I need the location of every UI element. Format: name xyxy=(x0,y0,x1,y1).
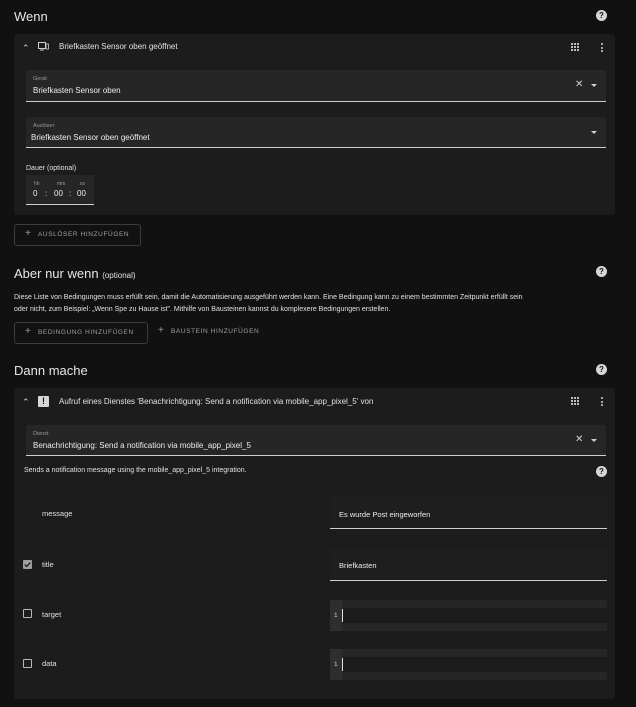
plus-icon: + xyxy=(25,326,32,337)
param-title-checkbox[interactable] xyxy=(23,560,32,569)
service-field-value: Benachrichtigung: Send a notification vi… xyxy=(33,441,251,450)
duration-input[interactable]: hh mm ss 0 : 00 : 00 xyxy=(26,175,94,205)
menu-down-icon[interactable] xyxy=(591,439,597,442)
dann-title: Dann mache xyxy=(14,363,88,378)
param-target-editor[interactable]: 1 xyxy=(330,600,607,631)
param-message-input[interactable]: Es wurde Post eingeworfen xyxy=(330,497,607,529)
param-data-label: data xyxy=(42,659,57,668)
trigger-card-title: Briefkasten Sensor oben geöffnet xyxy=(59,42,178,51)
menu-down-icon[interactable] xyxy=(591,84,597,87)
plus-icon: + xyxy=(25,228,32,239)
aber-description-line2: oder nicht, zum Beispiel: „Wenn Spe zu H… xyxy=(14,305,391,313)
question-circle-icon[interactable]: ? xyxy=(596,266,607,277)
dots-vertical-icon[interactable] xyxy=(601,397,603,406)
time-separator: : xyxy=(45,189,48,198)
param-title-label: title xyxy=(42,560,54,569)
param-data-checkbox[interactable] xyxy=(23,659,32,668)
trigger-field-value: Briefkasten Sensor oben geöffnet xyxy=(31,133,150,142)
hh-label: hh xyxy=(34,181,40,187)
active-line xyxy=(343,657,607,672)
param-target-checkbox[interactable] xyxy=(23,609,32,618)
mm-label: mm xyxy=(57,181,66,187)
line-number: 1 xyxy=(334,661,338,668)
device-icon xyxy=(38,42,49,51)
dots-vertical-icon[interactable] xyxy=(601,43,603,52)
param-message-label: message xyxy=(42,509,73,518)
hh-value[interactable]: 0 xyxy=(33,189,37,198)
aber-title: Aber nur wenn (optional) xyxy=(14,266,136,281)
chevron-up-icon[interactable]: ⌃ xyxy=(22,43,30,54)
add-trigger-button[interactable]: + AUSLÖSER HINZUFÜGEN xyxy=(14,224,141,246)
line-number: 1 xyxy=(334,612,338,619)
trigger-field[interactable]: Auslöser Briefkasten Sensor oben geöffne… xyxy=(26,117,606,148)
param-title-value: Briefkasten xyxy=(339,561,377,570)
active-line xyxy=(343,608,607,623)
aber-description-line1: Diese Liste von Bedingungen muss erfüllt… xyxy=(14,294,523,301)
aber-optional: (optional) xyxy=(102,271,136,280)
add-condition-label: BEDINGUNG HINZUFÜGEN xyxy=(38,329,134,336)
aber-title-text: Aber nur wenn xyxy=(14,266,99,281)
action-card-title: Aufruf eines Dienstes 'Benachrichtigung:… xyxy=(59,397,374,406)
trigger-field-label: Auslöser xyxy=(33,123,55,129)
service-field[interactable]: Dienst Benachrichtigung: Send a notifica… xyxy=(26,425,606,456)
service-field-label: Dienst xyxy=(33,431,49,437)
drag-handle-icon[interactable] xyxy=(571,397,579,405)
device-field-label: Gerät xyxy=(33,76,47,82)
close-icon[interactable]: ✕ xyxy=(575,80,583,90)
time-separator: : xyxy=(69,189,72,198)
mm-value[interactable]: 00 xyxy=(54,189,63,198)
ss-value[interactable]: 00 xyxy=(77,189,86,198)
question-circle-icon[interactable]: ? xyxy=(596,10,607,21)
plus-icon: + xyxy=(158,325,165,336)
param-title-input[interactable]: Briefkasten xyxy=(330,549,607,581)
service-description: Sends a notification message using the m… xyxy=(24,467,247,474)
duration-label: Dauer (optional) xyxy=(26,165,77,172)
question-circle-icon[interactable]: ? xyxy=(596,364,607,375)
chevron-up-icon[interactable]: ⌃ xyxy=(22,397,30,408)
add-condition-button[interactable]: + BEDINGUNG HINZUFÜGEN xyxy=(14,322,148,344)
close-icon[interactable]: ✕ xyxy=(575,435,583,445)
aber-description: Diese Liste von Bedingungen muss erfüllt… xyxy=(14,292,622,315)
add-trigger-label: AUSLÖSER HINZUFÜGEN xyxy=(38,231,130,238)
param-target-label: target xyxy=(42,610,62,619)
alert-box-icon: ! xyxy=(38,396,49,407)
menu-down-icon[interactable] xyxy=(591,131,597,134)
add-block-button[interactable]: + BAUSTEIN HINZUFÜGEN xyxy=(158,322,268,342)
ss-label: ss xyxy=(80,181,85,187)
question-circle-icon[interactable]: ? xyxy=(596,466,607,477)
device-field[interactable]: Gerät Briefkasten Sensor oben ✕ xyxy=(26,70,606,102)
wenn-title: Wenn xyxy=(14,9,48,24)
add-block-label: BAUSTEIN HINZUFÜGEN xyxy=(171,328,260,335)
param-message-value: Es wurde Post eingeworfen xyxy=(339,510,431,519)
drag-handle-icon[interactable] xyxy=(571,43,579,51)
device-field-value: Briefkasten Sensor oben xyxy=(33,86,121,95)
param-data-editor[interactable]: 1 xyxy=(330,649,607,680)
